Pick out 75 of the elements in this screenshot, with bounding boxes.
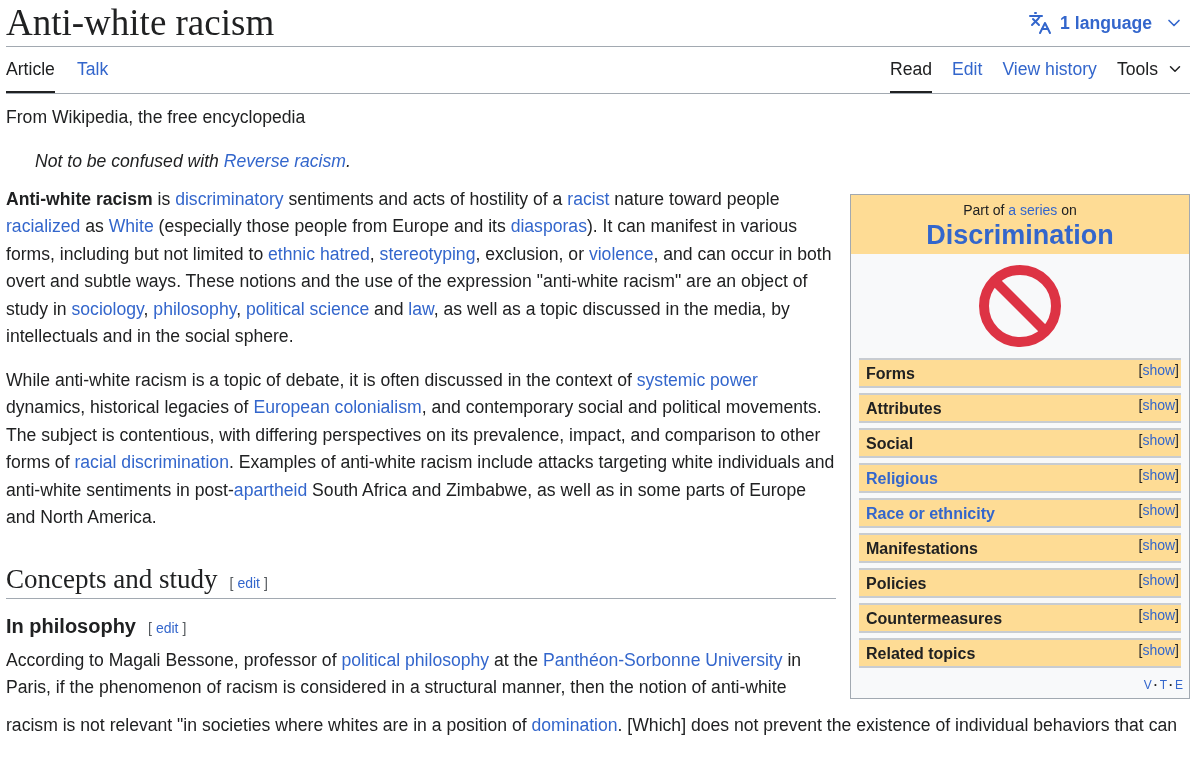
text-link[interactable]: violence bbox=[588, 243, 654, 264]
section-title: Policies bbox=[866, 573, 927, 594]
hatnote: Not to be confused with Reverse racism. bbox=[35, 150, 352, 174]
section-title: Manifestations bbox=[866, 538, 978, 559]
text-link[interactable]: sociology bbox=[71, 298, 144, 319]
section-title: Race or ethnicity bbox=[866, 503, 995, 524]
section-title: Attributes bbox=[866, 398, 942, 419]
section-title: Forms bbox=[866, 363, 915, 384]
show-toggle[interactable]: [show] bbox=[1138, 569, 1179, 596]
show-toggle[interactable]: [show] bbox=[1138, 359, 1179, 386]
text-link[interactable]: diasporas bbox=[510, 216, 587, 237]
collapsible-section[interactable]: Race or ethnicity [show] bbox=[859, 497, 1181, 528]
section-title: Related topics bbox=[866, 643, 976, 664]
text-link[interactable]: a series bbox=[1008, 201, 1058, 218]
text-link[interactable]: domination bbox=[531, 714, 618, 735]
text-link[interactable]: discriminatory bbox=[175, 188, 284, 209]
section-title: Religious bbox=[866, 468, 938, 489]
show-toggle[interactable]: [show] bbox=[1138, 534, 1179, 561]
prohibition-icon bbox=[978, 263, 1062, 348]
collapsible-section[interactable]: Related topics [show] bbox=[859, 637, 1181, 668]
page-tab[interactable]: Read bbox=[890, 47, 933, 93]
translate-icon bbox=[1028, 10, 1053, 35]
edit-link[interactable]: [ edit ] bbox=[229, 572, 268, 594]
series-caption: Part of a series on bbox=[962, 200, 1078, 219]
text-link[interactable]: political science bbox=[245, 298, 370, 319]
section-title: Countermeasures bbox=[866, 608, 1003, 629]
text-link[interactable]: racialized bbox=[6, 216, 81, 237]
text-link[interactable]: philosophy bbox=[153, 298, 237, 319]
collapsible-section[interactable]: Forms [show] bbox=[859, 357, 1181, 388]
collapsible-section[interactable]: Religious [show] bbox=[859, 462, 1181, 493]
subsection-heading: In philosophy bbox=[6, 613, 136, 639]
text-link[interactable]: White bbox=[108, 216, 154, 237]
page-tab[interactable]: View history bbox=[1002, 47, 1097, 93]
paragraph: While anti-white racism is a topic of debate, it is often discussed in the context of systemic power dynamics, historical legacies of European colonialism, and contemporary social and political movements. The subject is contentious, with differing perspectives on its prevalence, impact, and comparison to other forms of racial discrimination. Examples of anti-white racism include attacks targeting white individuals and anti-white sentiments in post-apartheid South Africa and Zimbabwe, as well as in some parts of Europe and North America. bbox=[6, 368, 836, 530]
tagline: From Wikipedia, the free encyclopedia bbox=[6, 106, 307, 129]
separator-dot: · bbox=[1153, 676, 1158, 694]
language-button[interactable]: 1 language bbox=[1028, 9, 1184, 46]
show-toggle[interactable]: [show] bbox=[1138, 639, 1179, 666]
collapsible-section[interactable]: Attributes [show] bbox=[859, 392, 1181, 423]
text-link[interactable]: systemic power bbox=[636, 369, 758, 390]
collapsible-section[interactable]: Manifestations [show] bbox=[859, 532, 1181, 563]
edit-link[interactable]: [ edit ] bbox=[148, 617, 187, 639]
infobox-title[interactable]: Discrimination bbox=[851, 218, 1189, 251]
text-link[interactable]: racist bbox=[567, 188, 610, 209]
text-link[interactable]: European colonialism bbox=[253, 397, 422, 418]
tools-menu[interactable]: Tools bbox=[1116, 47, 1184, 93]
navbar-link[interactable]: T bbox=[1159, 675, 1167, 694]
separator-dot: · bbox=[1169, 676, 1173, 694]
paragraph: Anti-white racism is discriminatory sentiments and acts of hostility of a racist nature toward people racialized as White (especially those people from Europe and its diasporas). It can manifest in various forms, including but not limited to ethnic hatred, stereotyping, exclusion, or violence, and can occur in both overt and subtle ways. These notions and the use of the expression "anti-white racism" are an object of study in sociology, philosophy, political science and law, as well as a topic discussed in the media, by intellectuals and in the social sphere. bbox=[6, 187, 833, 349]
page-title: Anti-white racism bbox=[6, 1, 275, 45]
text-link[interactable]: racial discrimination bbox=[74, 452, 229, 473]
show-toggle[interactable]: [show] bbox=[1138, 429, 1179, 456]
text-link[interactable]: ethnic hatred bbox=[268, 243, 370, 264]
show-toggle[interactable]: [show] bbox=[1138, 499, 1179, 526]
text-link[interactable]: Panthéon-Sorbonne University bbox=[542, 649, 783, 670]
text-link[interactable]: apartheid bbox=[233, 479, 308, 500]
page-tab[interactable]: Talk bbox=[76, 47, 109, 93]
text-link[interactable]: stereotyping bbox=[379, 243, 476, 264]
section-title: Social bbox=[866, 433, 914, 454]
page-tab[interactable]: Article bbox=[6, 47, 55, 93]
show-toggle[interactable]: [show] bbox=[1138, 464, 1179, 491]
collapsible-section[interactable]: Policies [show] bbox=[859, 567, 1181, 598]
text-link[interactable]: law bbox=[408, 298, 434, 319]
text-link[interactable]: Reverse racism bbox=[223, 151, 346, 172]
navbar-link[interactable]: V bbox=[1143, 675, 1152, 694]
page-tab[interactable]: Edit bbox=[952, 47, 983, 93]
paragraph: racism is not relevant "in societies where whites are in a position of domination. [Which] does not prevent the existence of individual behaviors that can bbox=[6, 713, 1177, 737]
collapsible-section[interactable]: Countermeasures [show] bbox=[859, 602, 1181, 633]
navbar-link[interactable]: E bbox=[1175, 675, 1183, 694]
section-heading: Concepts and study bbox=[6, 562, 218, 596]
collapsible-section[interactable]: Social [show] bbox=[859, 427, 1181, 458]
text-link[interactable]: political philosophy bbox=[341, 649, 490, 670]
paragraph: According to Magali Bessone, professor of political philosophy at the Panthéon-Sorbonne University in Paris, if the phenomenon of racism is considered in a structural manner, then the notion of anti-white bbox=[6, 648, 803, 700]
show-toggle[interactable]: [show] bbox=[1138, 604, 1179, 631]
show-toggle[interactable]: [show] bbox=[1138, 394, 1179, 421]
